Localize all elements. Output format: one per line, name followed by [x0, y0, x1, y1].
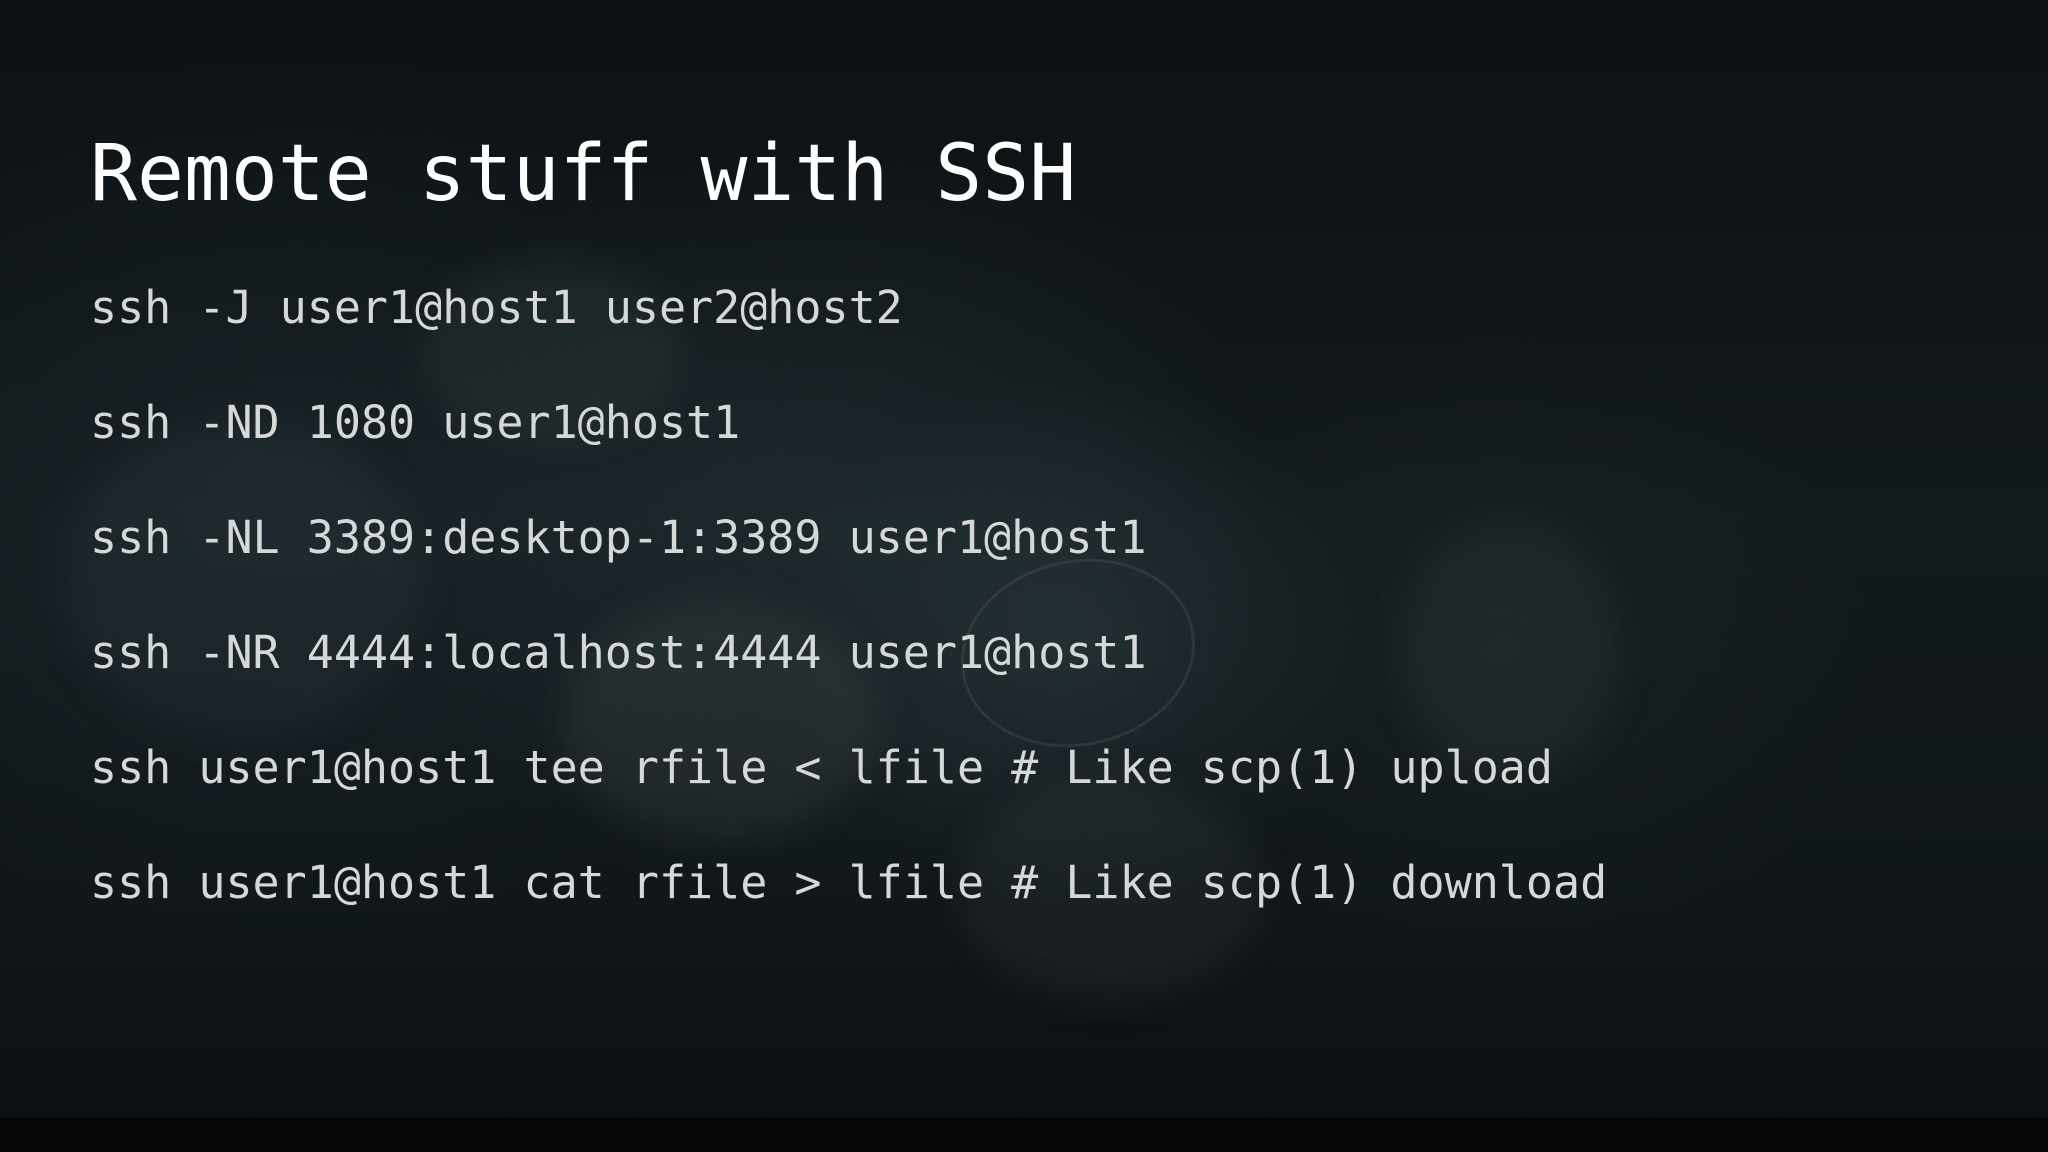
command-download: ssh user1@host1 cat rfile > lfile # Like…	[90, 856, 1608, 909]
command-upload: ssh user1@host1 tee rfile < lfile # Like…	[90, 741, 1553, 794]
bottom-bar	[0, 1118, 2048, 1152]
command-jump-host: ssh -J user1@host1 user2@host2	[90, 281, 903, 334]
command-local-forward: ssh -NL 3389:desktop-1:3389 user1@host1	[90, 511, 1147, 564]
slide: Remote stuff with SSH ssh -J user1@host1…	[0, 0, 2048, 1152]
command-list: ssh -J user1@host1 user2@host2 ssh -ND 1…	[90, 280, 1607, 970]
slide-title: Remote stuff with SSH	[90, 129, 1077, 219]
command-dynamic-forward: ssh -ND 1080 user1@host1	[90, 396, 741, 449]
command-remote-forward: ssh -NR 4444:localhost:4444 user1@host1	[90, 626, 1147, 679]
